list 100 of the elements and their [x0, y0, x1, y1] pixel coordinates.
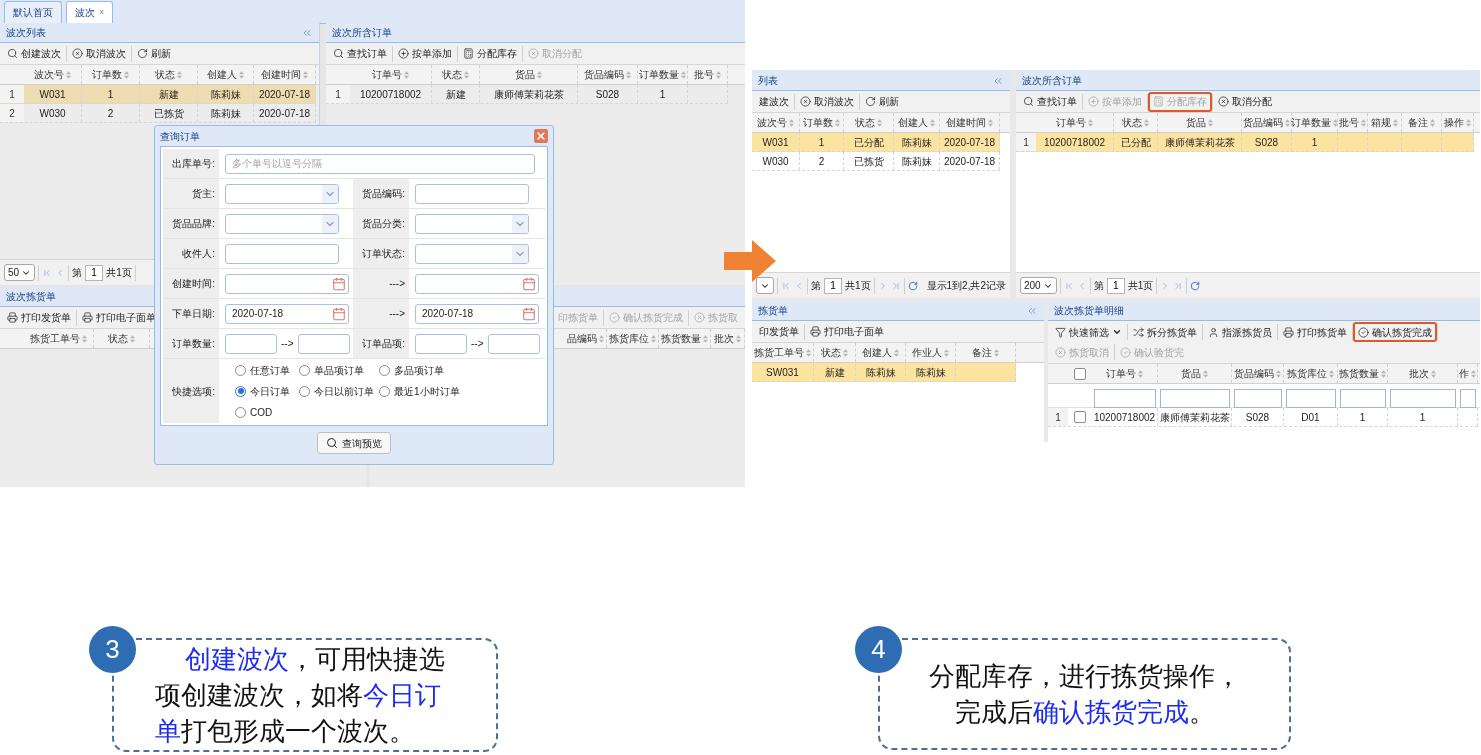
refresh-icon[interactable] — [1190, 280, 1201, 291]
column-header[interactable]: 状态 — [432, 65, 480, 84]
table-row[interactable]: 1 W031 1 新建 陈莉妹 2020-07-18 — [0, 85, 316, 104]
page-size-select[interactable] — [756, 277, 774, 294]
toolbar-button[interactable]: 快速筛选 — [1050, 322, 1127, 342]
column-header[interactable]: 批次 — [1388, 364, 1458, 383]
checkbox[interactable] — [1074, 411, 1086, 423]
tab-close-button[interactable]: × — [99, 5, 105, 20]
column-header[interactable]: 订单数 — [82, 65, 140, 84]
radio-button[interactable] — [235, 406, 246, 418]
filter-field[interactable] — [1160, 388, 1230, 408]
column-header[interactable]: 创建人 — [198, 65, 254, 84]
column-header[interactable]: 状态 — [814, 343, 856, 362]
toolbar-button[interactable]: 刷新 — [132, 43, 176, 64]
column-header[interactable]: 品编码 — [565, 329, 607, 348]
column-header[interactable]: 货品编码 — [1242, 113, 1292, 132]
column-header[interactable]: 订单数量 — [638, 65, 688, 84]
column-header[interactable]: 创建时间 — [254, 65, 316, 84]
column-header[interactable]: 作 — [1458, 364, 1478, 383]
refresh-icon[interactable] — [907, 280, 918, 291]
column-header[interactable]: 创建时间 — [940, 113, 1000, 132]
column-header[interactable]: 拣货库位 — [1284, 364, 1338, 383]
page-size-select[interactable]: 200 — [1020, 277, 1057, 294]
filter-field[interactable] — [1286, 388, 1336, 408]
column-header[interactable]: 创建人 — [856, 343, 906, 362]
column-header[interactable]: 货品 — [1158, 113, 1242, 132]
column-header[interactable]: 备注 — [956, 343, 1016, 362]
table-row[interactable]: SW031 新建 陈莉妹 陈莉妹 — [752, 363, 1016, 382]
toolbar-button[interactable]: 查找订单 — [328, 43, 392, 64]
column-header[interactable]: 订单数 — [800, 113, 844, 132]
table-row[interactable]: 2 W030 2 已拣货 陈莉妹 2020-07-18 — [0, 104, 316, 123]
column-header[interactable]: 拣货库位 — [607, 329, 659, 348]
column-header[interactable]: 货品 — [480, 65, 578, 84]
tab[interactable]: 默认首页 — [4, 1, 62, 23]
preview-button[interactable]: 查询预览 — [317, 432, 391, 454]
toolbar-button[interactable]: 确认拣货完成 — [1353, 322, 1437, 342]
toolbar-button[interactable]: 查找订单 — [1018, 91, 1082, 112]
dropdown-field[interactable] — [415, 243, 529, 264]
column-header[interactable]: 拣货数量 — [1338, 364, 1388, 383]
column-header[interactable]: 创建人 — [894, 113, 940, 132]
last-page-icon[interactable] — [890, 280, 901, 291]
date-field[interactable]: 2020-07-18 — [225, 303, 349, 324]
input-field[interactable]: 多个单号以逗号分隔 — [225, 153, 535, 174]
filter-field[interactable] — [1340, 388, 1386, 408]
page-number-field[interactable]: 1 — [85, 264, 104, 281]
toolbar-button[interactable]: 打印拣货单 — [1278, 322, 1352, 342]
column-header[interactable]: 操作 — [1442, 113, 1474, 132]
column-header[interactable]: 状态 — [140, 65, 198, 84]
toolbar-button[interactable]: 分配库存 — [458, 43, 522, 64]
page-number-field[interactable]: 1 — [1106, 277, 1125, 294]
toolbar-button[interactable]: 创建波次 — [2, 43, 66, 64]
toolbar-button[interactable]: 印发货单 — [754, 321, 804, 342]
table-row[interactable]: W031 1 已分配 陈莉妹 2020-07-18 — [752, 133, 1000, 152]
radio-button[interactable] — [299, 385, 310, 397]
filter-field[interactable] — [1390, 388, 1456, 408]
dropdown-field[interactable] — [225, 183, 339, 204]
column-header[interactable]: 货品编码 — [578, 65, 638, 84]
column-header[interactable]: 订单号 — [1036, 113, 1114, 132]
filter-field[interactable] — [1234, 388, 1282, 408]
input-field[interactable] — [297, 333, 350, 354]
first-page-icon[interactable] — [781, 280, 791, 291]
toolbar-button[interactable]: 打印电子面单 — [77, 307, 161, 328]
table-row[interactable]: W030 2 已拣货 陈莉妹 2020-07-18 — [752, 152, 1000, 171]
column-header[interactable]: 作业人 — [906, 343, 956, 362]
date-field[interactable] — [415, 273, 539, 294]
column-header[interactable]: 拣货工单号 — [752, 343, 814, 362]
toolbar-button[interactable]: 按单添加 — [393, 43, 457, 64]
dropdown-field[interactable] — [225, 213, 339, 234]
column-header[interactable]: 波次号 — [24, 65, 82, 84]
toolbar-button[interactable]: 打印发货单 — [2, 307, 76, 328]
filter-field[interactable] — [1094, 388, 1156, 408]
input-field[interactable] — [415, 183, 529, 204]
radio-button[interactable] — [299, 364, 310, 376]
column-header[interactable]: 状态 — [1114, 113, 1158, 132]
radio-button[interactable] — [235, 385, 246, 397]
close-button[interactable] — [534, 129, 548, 143]
column-header[interactable]: 状态 — [844, 113, 894, 132]
previous-page-icon[interactable] — [794, 280, 804, 291]
input-field[interactable] — [415, 333, 467, 354]
column-header[interactable]: 订单号 — [350, 65, 432, 84]
toolbar-button[interactable]: 打印电子面单 — [805, 321, 889, 342]
tab[interactable]: 波次 × — [66, 1, 114, 23]
column-header[interactable]: 备注 — [1402, 113, 1442, 132]
toolbar-button[interactable]: 刷新 — [860, 91, 904, 112]
radio-button[interactable] — [379, 364, 390, 376]
toolbar-button[interactable]: 拆分拣货单 — [1128, 322, 1202, 342]
toolbar-button[interactable]: 取消分配 — [1213, 91, 1277, 112]
column-header[interactable]: 箱规 — [1368, 113, 1402, 132]
column-header[interactable]: 订单数量 — [1292, 113, 1338, 132]
table-row[interactable]: 1 10200718002 康师傅茉莉花茶 S028 D01 1 1 — [1048, 408, 1478, 427]
date-field[interactable] — [225, 273, 349, 294]
column-header[interactable]: 批号 — [1338, 113, 1368, 132]
column-header[interactable]: 拣货工单号 — [24, 329, 94, 348]
column-header[interactable]: 订单号 — [1092, 364, 1158, 383]
input-field[interactable] — [225, 243, 339, 264]
column-header[interactable]: 状态 — [94, 329, 150, 348]
last-page-icon[interactable] — [1173, 280, 1184, 291]
toolbar-button[interactable]: 取消波次 — [795, 91, 859, 112]
checkbox[interactable] — [1074, 367, 1086, 380]
first-page-icon[interactable] — [1063, 280, 1074, 291]
